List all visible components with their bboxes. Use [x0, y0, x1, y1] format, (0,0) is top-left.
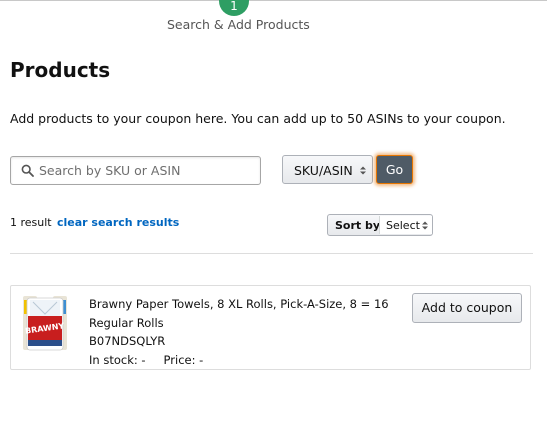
- search-input[interactable]: [39, 160, 254, 180]
- stock-text: In stock: -: [89, 353, 146, 367]
- clear-search-results-link[interactable]: clear search results: [57, 216, 179, 229]
- product-row: BRAWNY Brawny Paper Towels, 8 XL Rolls, …: [10, 285, 531, 370]
- select-arrows-icon: [422, 221, 428, 230]
- price-text: Price: -: [163, 353, 204, 367]
- intro-text: Add products to your coupon here. You ca…: [10, 111, 506, 126]
- search-field[interactable]: [10, 156, 261, 185]
- product-image: BRAWNY: [21, 294, 69, 352]
- results-divider: [10, 253, 533, 254]
- page-title: Products: [10, 58, 111, 82]
- search-type-value: SKU/ASIN: [294, 163, 353, 178]
- go-button[interactable]: Go: [376, 155, 413, 184]
- step-number-badge: 1: [219, 0, 249, 16]
- step-label: Search & Add Products: [167, 17, 310, 32]
- sort-by-label: Sort by:: [335, 219, 385, 232]
- sort-select[interactable]: Select: [379, 216, 432, 234]
- stepper-track-line: [0, 0, 547, 1]
- product-stock-price: In stock: - Price: -: [89, 353, 203, 367]
- product-asin: B07NDSQLYR: [89, 334, 166, 348]
- search-type-select[interactable]: SKU/ASIN: [282, 155, 373, 184]
- add-to-coupon-button[interactable]: Add to coupon: [412, 293, 522, 323]
- search-icon: [21, 164, 34, 177]
- result-count: 1 result: [10, 216, 52, 229]
- sort-select-value: Select: [386, 219, 420, 232]
- product-title: Brawny Paper Towels, 8 XL Rolls, Pick-A-…: [89, 297, 389, 330]
- sort-by-dropdown[interactable]: Sort by: Select: [327, 214, 433, 236]
- select-arrows-icon: [360, 166, 366, 175]
